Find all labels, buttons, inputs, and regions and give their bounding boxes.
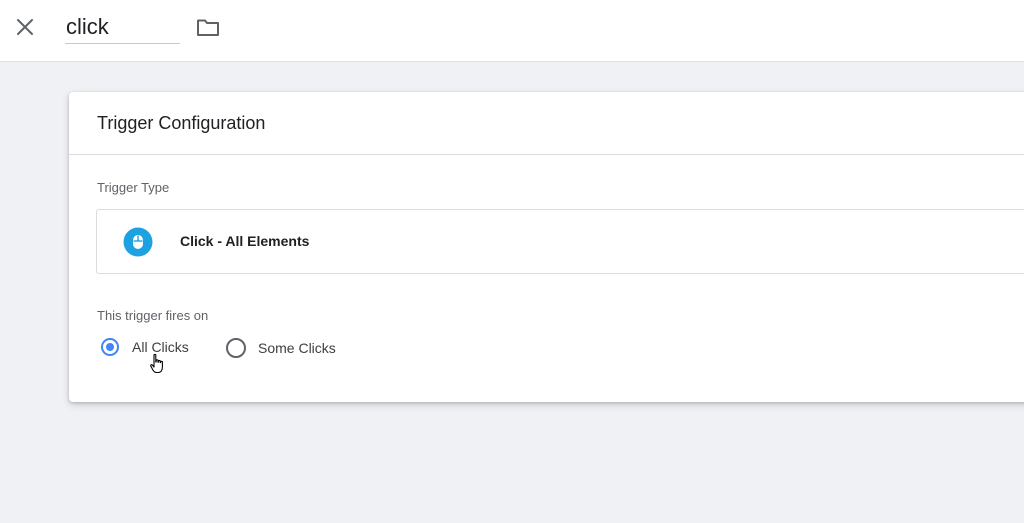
- top-bar: [0, 0, 1024, 62]
- radio-unselected-icon[interactable]: [226, 338, 246, 358]
- radio-all-clicks[interactable]: All Clicks: [101, 338, 189, 356]
- trigger-type-label: Trigger Type: [97, 180, 170, 195]
- mouse-icon: [123, 227, 153, 257]
- folder-icon: [197, 19, 219, 36]
- trigger-configuration-card: Trigger Configuration Trigger Type Click…: [69, 92, 1024, 402]
- close-button[interactable]: [11, 13, 39, 41]
- radio-label-some-clicks: Some Clicks: [258, 340, 336, 356]
- trigger-type-selector[interactable]: Click - All Elements: [96, 209, 1024, 274]
- card-title: Trigger Configuration: [97, 113, 266, 133]
- radio-some-clicks[interactable]: Some Clicks: [226, 338, 336, 358]
- close-icon: [17, 19, 33, 35]
- card-divider: [69, 154, 1024, 155]
- folder-button[interactable]: [195, 14, 221, 40]
- fires-on-label: This trigger fires on: [97, 308, 209, 323]
- trigger-name-input[interactable]: [65, 10, 180, 44]
- radio-label-all-clicks: All Clicks: [132, 339, 189, 355]
- trigger-type-name: Click - All Elements: [180, 233, 310, 249]
- radio-selected-icon[interactable]: [101, 338, 119, 356]
- radio-dot: [106, 343, 114, 351]
